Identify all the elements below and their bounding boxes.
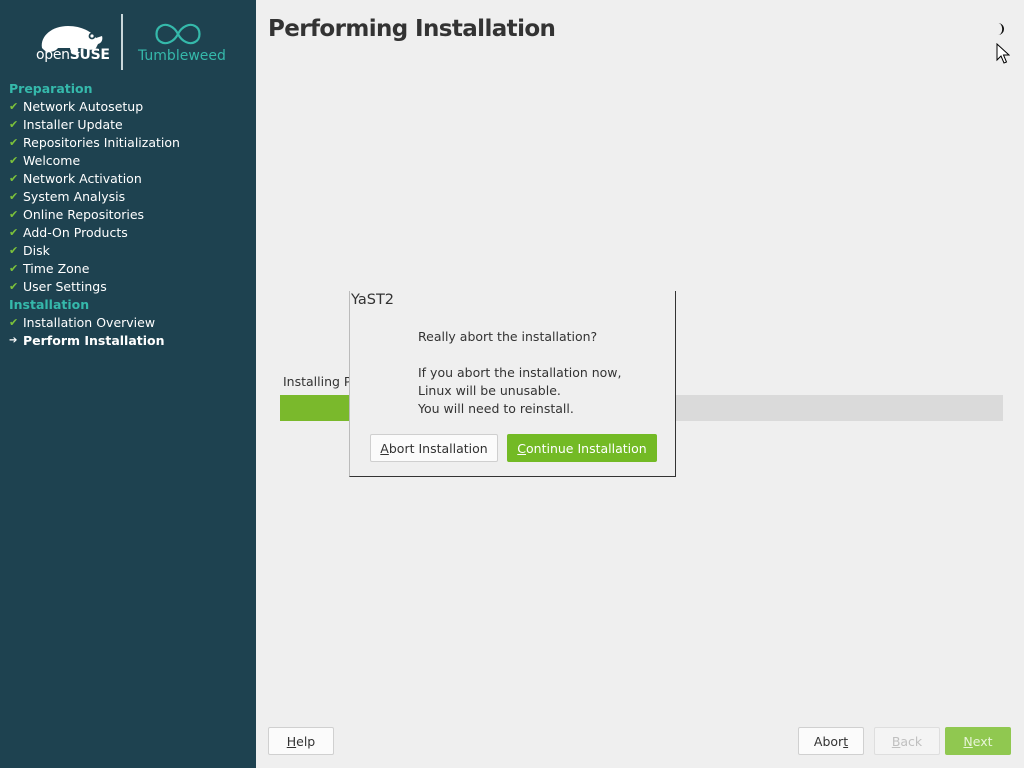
- continue-installation-button[interactable]: Continue Installation: [507, 434, 657, 462]
- sidebar: openSUSE Tumbleweed Preparation ✔ Network…: [0, 0, 256, 768]
- checkmark-icon: ✔: [9, 154, 19, 167]
- page-title: Performing Installation: [268, 16, 556, 42]
- abort-installation-button[interactable]: Abort Installation: [370, 434, 498, 462]
- checkmark-icon: ✔: [9, 118, 19, 131]
- step-network-autosetup: ✔ Network Autosetup: [9, 99, 144, 114]
- half-moon-icon[interactable]: [993, 22, 1007, 36]
- checkmark-icon: ✔: [9, 244, 19, 257]
- abort-button[interactable]: Abor t: [798, 727, 864, 755]
- step-network-activation: ✔ Network Activation: [9, 171, 142, 186]
- step-welcome: ✔ Welcome: [9, 153, 81, 168]
- step-installer-update: ✔ Installer Update: [9, 117, 123, 132]
- step-time-zone: ✔ Time Zone: [9, 261, 90, 276]
- tumbleweed-infinity-logo: [155, 23, 201, 45]
- checkmark-icon: ✔: [9, 280, 19, 293]
- step-disk: ✔ Disk: [9, 243, 50, 258]
- dialog-message: Really abort the installation? If you ab…: [418, 328, 622, 418]
- checkmark-icon: ✔: [9, 100, 19, 113]
- step-user-settings: ✔ User Settings: [9, 279, 107, 294]
- step-perform-installation: ➔ Perform Installation: [9, 333, 165, 348]
- checkmark-icon: ✔: [9, 208, 19, 221]
- step-add-on-products: ✔ Add-On Products: [9, 225, 128, 240]
- dialog-detail-line: If you abort the installation now,: [418, 365, 622, 380]
- logo-area: openSUSE Tumbleweed: [0, 0, 256, 80]
- section-title-preparation: Preparation: [9, 81, 93, 96]
- step-system-analysis: ✔ System Analysis: [9, 189, 126, 204]
- abort-confirmation-dialog: YaST2 Really abort the installation? If …: [349, 291, 676, 477]
- help-button[interactable]: Help: [268, 727, 334, 755]
- dialog-title: YaST2: [351, 292, 395, 308]
- step-online-repositories: ✔ Online Repositories: [9, 207, 145, 222]
- checkmark-icon: ✔: [9, 172, 19, 185]
- checkmark-icon: ✔: [9, 262, 19, 275]
- checkmark-icon: ✔: [9, 190, 19, 203]
- opensuse-wordmark: openSUSE: [36, 47, 110, 63]
- dialog-detail-line: You will need to reinstall.: [418, 401, 574, 416]
- step-installation-overview: ✔ Installation Overview: [9, 315, 156, 330]
- section-title-installation: Installation: [9, 297, 90, 312]
- step-repositories-initialization: ✔ Repositories Initialization: [9, 135, 180, 150]
- next-button[interactable]: Next: [945, 727, 1011, 755]
- progress-label: Installing Pa: [283, 374, 359, 389]
- checkmark-icon: ✔: [9, 316, 19, 329]
- tumbleweed-wordmark: Tumbleweed: [138, 48, 226, 64]
- progress-fill: [280, 395, 349, 421]
- checkmark-icon: ✔: [9, 136, 19, 149]
- dialog-question: Really abort the installation?: [418, 329, 598, 344]
- installation-steps: Preparation ✔ Network Autosetup ✔ Installe…: [0, 80, 256, 350]
- logo-divider: [121, 14, 123, 70]
- arrow-right-icon: ➔: [9, 335, 18, 346]
- dialog-detail-line: Linux will be unusable.: [418, 383, 561, 398]
- checkmark-icon: ✔: [9, 226, 19, 239]
- back-button[interactable]: Back: [874, 727, 940, 755]
- mouse-cursor-icon: [996, 43, 1010, 64]
